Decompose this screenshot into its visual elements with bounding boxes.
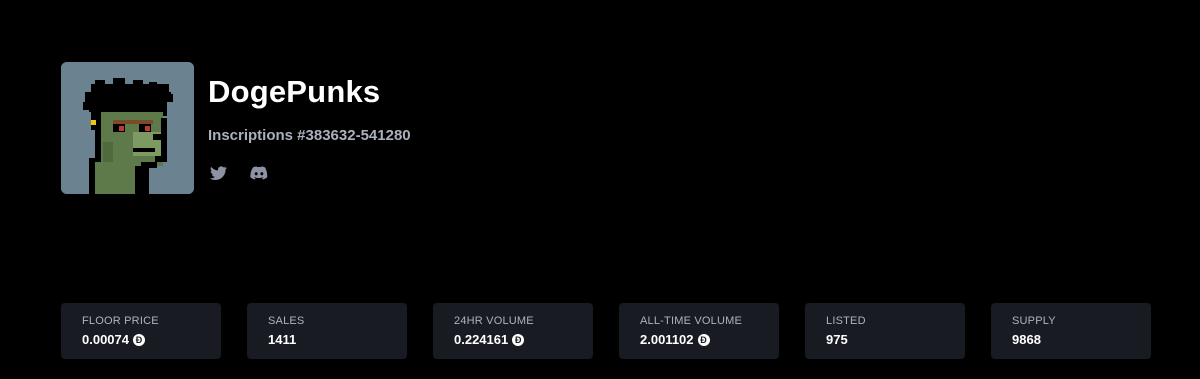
stat-value-text: 0.00074: [82, 332, 129, 347]
stat-value: 0.224161 Ð: [454, 332, 593, 348]
stat-label: FLOOR PRICE: [82, 315, 159, 327]
stat-label: ALL-TIME VOLUME: [640, 315, 743, 327]
collection-title: DogePunks: [208, 74, 381, 109]
stat-label: LISTED: [826, 315, 866, 327]
stat-listed: LISTED 975: [805, 303, 965, 359]
stat-supply: SUPPLY 9868: [991, 303, 1151, 359]
stat-24hr-volume: 24HR VOLUME 0.224161 Ð: [433, 303, 593, 359]
stat-value-text: 2.001102: [640, 332, 694, 347]
doge-coin-icon: Ð: [512, 334, 525, 346]
stat-value-text: 9868: [1012, 332, 1041, 347]
stat-value-text: 0.224161: [454, 332, 509, 347]
pixel-doge-punk-avatar: [61, 62, 194, 194]
stats-row: FLOOR PRICE 0.00074 Ð SALES 1411 24HR VO…: [61, 303, 1151, 359]
inscriptions-range: Inscriptions #383632-541280: [208, 127, 411, 144]
doge-coin-icon: Ð: [697, 334, 710, 346]
stat-value: 9868: [1012, 332, 1151, 348]
stat-value: 2.001102 Ð: [640, 332, 779, 348]
stat-floor-price: FLOOR PRICE 0.00074 Ð: [61, 303, 221, 359]
stat-value: 975: [826, 332, 965, 348]
stat-value-text: 1411: [268, 332, 297, 347]
stat-all-time-volume: ALL-TIME VOLUME 2.001102 Ð: [619, 303, 779, 359]
doge-coin-icon: Ð: [133, 334, 145, 346]
stat-label: SUPPLY: [1012, 315, 1056, 327]
stat-value: 1411: [268, 332, 407, 348]
twitter-icon[interactable]: [208, 163, 228, 183]
collection-avatar: [61, 62, 194, 194]
social-links: [208, 163, 269, 183]
discord-icon[interactable]: [249, 163, 269, 183]
stat-value-text: 975: [826, 332, 848, 347]
stat-value: 0.00074 Ð: [82, 332, 221, 348]
stat-label: SALES: [268, 315, 305, 327]
stat-label: 24HR VOLUME: [454, 315, 534, 327]
stat-sales: SALES 1411: [247, 303, 407, 359]
